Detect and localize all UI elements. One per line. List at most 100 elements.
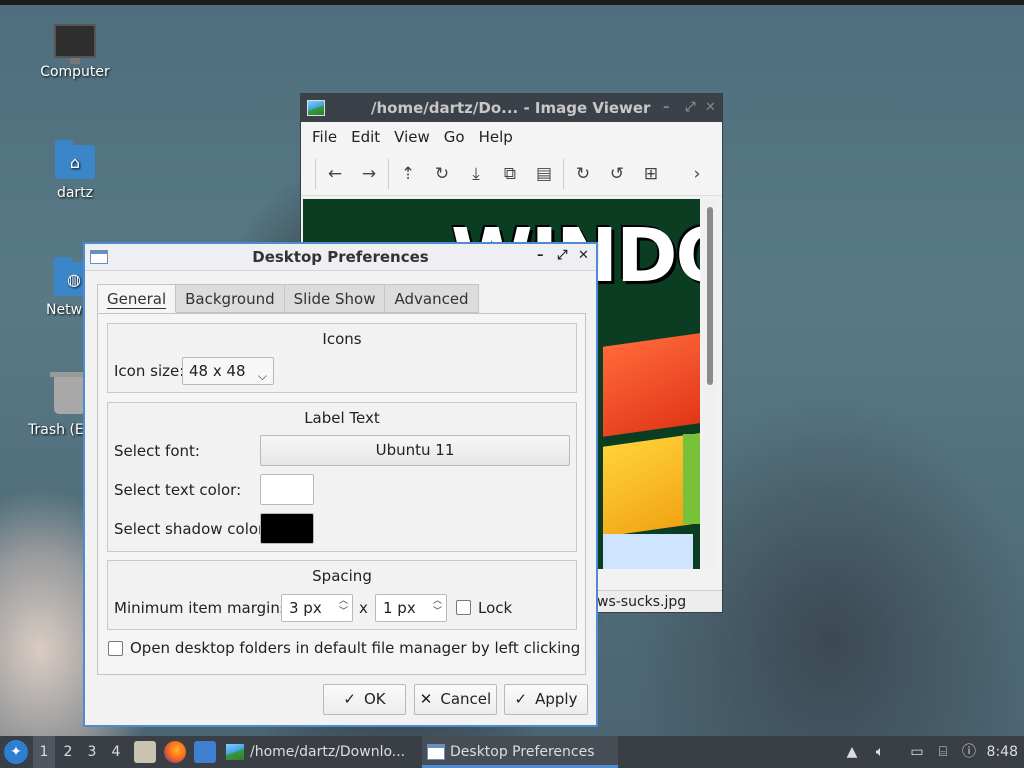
lock-checkbox[interactable]	[456, 600, 471, 615]
menu-view[interactable]: View	[387, 128, 437, 146]
network-icon[interactable]: ⌸	[934, 743, 952, 761]
margin-y-spinner[interactable]: 1 px ︿ ﹀	[375, 594, 447, 622]
start-menu-icon[interactable]: ✦	[4, 740, 28, 764]
spinner-arrows-icon[interactable]: ︿ ﹀	[339, 596, 348, 618]
open-folders-label: Open desktop folders in default file man…	[130, 639, 581, 657]
select-font-label: Select font:	[114, 442, 200, 460]
workspace-2[interactable]: 2	[57, 736, 79, 768]
desktop-icon-home[interactable]: ⌂ dartz	[20, 140, 130, 201]
upload-icon[interactable]: ⇡	[391, 164, 425, 184]
apply-button[interactable]: ✓ Apply	[504, 684, 588, 715]
prefs-titlebar[interactable]: Desktop Preferences – ⤢ ✕	[85, 244, 596, 271]
toolbar-separator	[315, 158, 316, 189]
tab-slide-show[interactable]: Slide Show	[284, 284, 386, 313]
ok-button[interactable]: ✓ OK	[323, 684, 406, 715]
icon-size-value: 48 x 48	[189, 362, 246, 380]
workspace-1[interactable]: 1	[33, 736, 55, 768]
font-value: Ubuntu 11	[375, 441, 455, 459]
notification-icon[interactable]: ⓘ	[960, 743, 978, 761]
text-color-button[interactable]	[260, 474, 314, 505]
workspace-4[interactable]: 4	[105, 736, 127, 768]
font-chooser-button[interactable]: Ubuntu 11	[260, 435, 570, 466]
open-folders-checkbox[interactable]	[108, 641, 123, 656]
task-desktop-preferences[interactable]: Desktop Preferences	[422, 736, 618, 768]
menu-go[interactable]: Go	[437, 128, 472, 146]
menu-edit[interactable]: Edit	[344, 128, 387, 146]
close-icon[interactable]: ✕	[578, 248, 589, 263]
desktop-icon-label: Trash (E	[28, 422, 84, 438]
copy-icon[interactable]: ⧉	[493, 164, 527, 184]
rotate-counterclockwise-icon[interactable]: ↺	[600, 164, 634, 184]
maximize-icon[interactable]: ⤢	[685, 94, 695, 122]
maximize-icon[interactable]: ⤢	[557, 248, 567, 263]
forward-arrow-icon[interactable]: →	[352, 164, 386, 184]
close-icon[interactable]: ✕	[705, 94, 716, 122]
home-folder-icon: ⌂	[55, 140, 95, 179]
frame-title: Label Text	[304, 409, 380, 427]
tab-advanced[interactable]: Advanced	[385, 284, 479, 313]
frame-title: Spacing	[312, 567, 372, 585]
prefs-title: Desktop Preferences	[252, 248, 429, 266]
minimum-margins-label: Minimum item margins:	[114, 599, 293, 617]
select-shadow-color-label: Select shadow color:	[114, 520, 270, 538]
logo-red-pane	[603, 331, 700, 437]
tray-arrow-icon[interactable]: ▲	[843, 743, 861, 761]
back-arrow-icon[interactable]: ←	[318, 164, 352, 184]
check-icon: ✓	[514, 690, 528, 708]
top-edge-bar	[0, 0, 1024, 5]
minimize-icon[interactable]: –	[663, 94, 670, 122]
lock-label: Lock	[478, 599, 513, 617]
viewer-toolbar: ← → ⇡ ↻ ⤓ ⧉ ▤ ↻ ↺ ⊞ ›	[301, 152, 722, 196]
margin-x-value: 3 px	[289, 599, 322, 617]
image-viewer-icon	[226, 744, 244, 760]
margin-x-spinner[interactable]: 3 px ︿ ﹀	[281, 594, 353, 622]
clipboard-icon[interactable]: ▭	[908, 743, 926, 761]
save-icon[interactable]: ⤓	[459, 164, 493, 184]
chevron-down-icon: ⌵	[257, 369, 267, 383]
cancel-button[interactable]: ✕ Cancel	[414, 684, 497, 715]
margin-y-value: 1 px	[383, 599, 416, 617]
viewer-vertical-scrollbar[interactable]	[703, 199, 717, 569]
trash-icon	[50, 372, 90, 414]
show-desktop-icon[interactable]	[194, 741, 216, 763]
minimize-icon[interactable]: –	[537, 248, 544, 263]
file-manager-launcher-icon[interactable]	[134, 741, 156, 763]
toolbar-separator	[563, 158, 564, 189]
task-label: Desktop Preferences	[450, 744, 595, 760]
reload-icon[interactable]: ↻	[425, 164, 459, 184]
zoom-fit-icon[interactable]: ⊞	[634, 164, 668, 184]
logo-green-pane	[683, 434, 700, 524]
task-image-viewer[interactable]: /home/dartz/Downlo...	[226, 736, 418, 768]
select-text-color-label: Select text color:	[114, 481, 242, 499]
desktop-icon-label: Netw	[46, 302, 83, 318]
task-label: /home/dartz/Downlo...	[250, 744, 406, 760]
desktop-preferences-dialog: Desktop Preferences – ⤢ ✕ General Backgr…	[83, 242, 598, 727]
spinner-arrows-icon[interactable]: ︿ ﹀	[433, 596, 442, 618]
general-tab-panel: Icons Icon size: 48 x 48 ⌵ Label Text Se…	[97, 313, 586, 675]
taskbar: ✦ 1 2 3 4 /home/dartz/Downlo... Desktop …	[0, 736, 1024, 768]
paste-icon[interactable]: ▤	[527, 164, 561, 184]
spacing-frame: Spacing Minimum item margins: 3 px ︿ ﹀ x …	[107, 560, 577, 630]
viewer-titlebar[interactable]: /home/dartz/Do... - Image Viewer – ⤢ ✕	[301, 94, 722, 122]
icons-frame: Icons Icon size: 48 x 48 ⌵	[107, 323, 577, 393]
tab-label: General	[107, 290, 167, 309]
chevron-right-icon[interactable]: ›	[680, 164, 714, 184]
volume-icon[interactable]: 🔈︎	[871, 743, 889, 761]
shadow-color-button[interactable]	[260, 513, 314, 544]
desktop-icon-label: Computer	[40, 64, 110, 80]
menu-help[interactable]: Help	[472, 128, 520, 146]
label-text-frame: Label Text Select font: Ubuntu 11 Select…	[107, 402, 577, 552]
rotate-clockwise-icon[interactable]: ↻	[566, 164, 600, 184]
icon-size-select[interactable]: 48 x 48 ⌵	[182, 357, 274, 385]
firefox-launcher-icon[interactable]	[164, 741, 186, 763]
workspace-3[interactable]: 3	[81, 736, 103, 768]
tab-general[interactable]: General	[97, 284, 177, 313]
scrollbar-thumb[interactable]	[707, 207, 713, 385]
close-icon: ✕	[419, 690, 433, 708]
margin-separator: x	[359, 599, 368, 617]
status-filename: ws-sucks.jpg	[597, 594, 687, 610]
menu-file[interactable]: File	[305, 128, 344, 146]
icon-size-label: Icon size:	[114, 362, 185, 380]
tab-background[interactable]: Background	[176, 284, 285, 313]
desktop-icon-computer[interactable]: Computer	[20, 24, 130, 80]
